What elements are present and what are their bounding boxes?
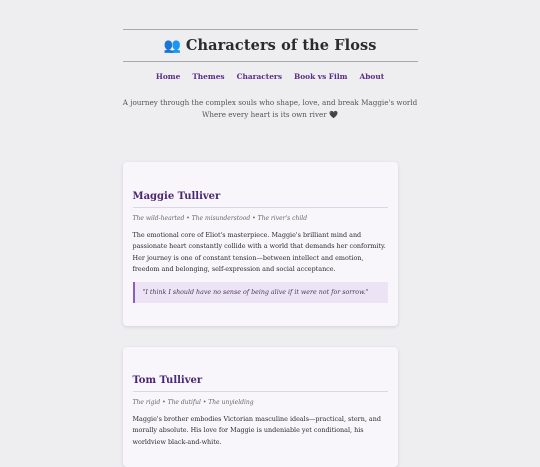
character-description: The emotional core of Eliot's masterpiec… [132, 231, 386, 273]
nav-about[interactable]: About [360, 72, 385, 81]
site-title: Characters of the Floss [185, 37, 377, 54]
character-traits: The wild-hearted • The misunderstood • T… [132, 215, 308, 222]
intro-line-1: A journey through the complex souls who … [122, 98, 418, 107]
nav-book-vs-film[interactable]: Book vs Film [294, 72, 348, 81]
nav-home[interactable]: Home [156, 72, 180, 81]
page: 👥 Characters of the Floss Home Themes Ch… [122, 29, 418, 467]
character-name: Tom Tulliver [132, 375, 388, 392]
character-quote: "I think I should have no sense of being… [132, 282, 388, 304]
character-card-maggie: Maggie Tulliver The wild-hearted • The m… [122, 162, 398, 326]
main-nav: Home Themes Characters Book vs Film Abou… [123, 72, 418, 81]
nav-characters[interactable]: Characters [237, 72, 282, 81]
character-card-tom: Tom Tulliver The rigid • The dutiful • T… [122, 347, 398, 467]
site-header: 👥 Characters of the Floss [122, 29, 418, 62]
people-icon: 👥 [163, 37, 181, 54]
character-description: Maggie's brother embodies Victorian masc… [132, 415, 381, 446]
nav-themes[interactable]: Themes [192, 72, 224, 81]
character-name: Maggie Tulliver [132, 191, 388, 208]
intro: A journey through the complex souls who … [123, 97, 418, 121]
intro-line-2: Where every heart is its own river 🖤 [202, 110, 338, 119]
